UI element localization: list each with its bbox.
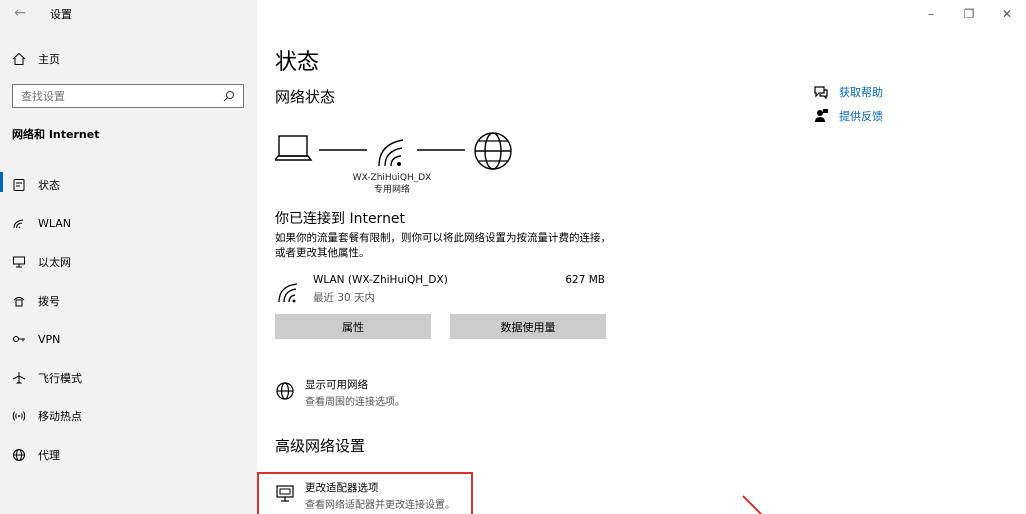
- section-title: 网络和 Internet: [12, 128, 100, 141]
- annotation-arrow-icon: [742, 495, 763, 514]
- sidebar-item-label: 代理: [38, 448, 60, 462]
- highlight-annotation: [257, 472, 473, 514]
- ssid-name: WX-ZhiHuiQH_DX: [352, 173, 432, 183]
- wifi-signal-icon: [278, 283, 298, 303]
- advanced-settings-title: 高级网络设置: [275, 437, 366, 455]
- globe-icon: [276, 382, 294, 400]
- search-input[interactable]: [21, 89, 223, 103]
- sidebar: ← 设置 主页 网络和 Internet 状态 WLAN: [0, 0, 257, 514]
- sidebar-item-ethernet[interactable]: 以太网: [0, 243, 257, 282]
- window-title: 设置: [50, 8, 72, 21]
- network-status-title: 网络状态: [275, 88, 336, 106]
- metered-description: 如果你的流量套餐有限制，则你可以将此网络设置为按流量计费的连接，或者更改其他属性…: [275, 232, 611, 259]
- network-type: 专用网络: [373, 185, 410, 195]
- search-icon[interactable]: [223, 90, 235, 102]
- connection-row: WLAN (WX-ZhiHuiQH_DX) 最近 30 天内 627 MB: [275, 272, 607, 306]
- ssid-label: WX-ZhiHuiQH_DX 专用网络: [337, 172, 447, 196]
- get-help-link[interactable]: 获取帮助: [813, 80, 883, 104]
- data-usage-button[interactable]: 数据使用量: [450, 314, 606, 339]
- connected-title: 你已连接到 Internet: [275, 211, 406, 227]
- ethernet-icon: [0, 255, 38, 269]
- feedback-icon: [813, 108, 829, 124]
- hotspot-icon: [0, 409, 38, 423]
- back-button[interactable]: ←: [10, 4, 30, 22]
- feedback-label: 提供反馈: [839, 110, 883, 123]
- properties-button[interactable]: 属性: [275, 314, 431, 339]
- help-links: 获取帮助 提供反馈: [813, 80, 883, 128]
- sidebar-item-label: 以太网: [38, 256, 71, 270]
- link-title: 显示可用网络: [305, 379, 368, 391]
- chat-help-icon: [813, 84, 829, 100]
- dialup-icon: [0, 294, 38, 308]
- link-subtitle: 查看周围的连接选项。: [305, 397, 405, 408]
- sidebar-item-status[interactable]: 状态: [0, 166, 257, 205]
- feedback-link[interactable]: 提供反馈: [813, 104, 883, 128]
- sidebar-item-airplane[interactable]: 飞行模式: [0, 359, 257, 398]
- title-bar: ← 设置: [0, 0, 257, 28]
- sidebar-item-label: VPN: [38, 332, 61, 346]
- sidebar-item-label: 主页: [38, 53, 60, 66]
- globe-icon: [0, 448, 38, 462]
- connection-period: 最近 30 天内: [313, 292, 376, 304]
- airplane-icon: [0, 371, 38, 385]
- search-box[interactable]: [12, 84, 244, 108]
- sidebar-item-label: 拨号: [38, 294, 60, 308]
- page-title: 状态: [275, 50, 320, 75]
- sidebar-item-vpn[interactable]: VPN: [0, 320, 257, 359]
- sidebar-nav: 状态 WLAN 以太网 拨号 VPN 飞行模式 移动热点 代理: [0, 166, 257, 474]
- window-controls: – ❐ ✕: [912, 0, 1026, 28]
- sidebar-item-wlan[interactable]: WLAN: [0, 205, 257, 244]
- sidebar-item-home[interactable]: 主页: [0, 46, 257, 72]
- sidebar-item-label: 移动热点: [38, 410, 82, 424]
- laptop-icon: [275, 135, 313, 161]
- sidebar-item-label: 状态: [38, 179, 60, 193]
- wifi-icon: [0, 217, 38, 231]
- close-button[interactable]: ✕: [988, 0, 1026, 28]
- connection-usage: 627 MB: [565, 274, 605, 286]
- main-content: – ❐ ✕ 状态 网络状态 WX-ZhiHuiQH_DX 专用网络 你已连接到 …: [257, 0, 1026, 514]
- connection-name: WLAN (WX-ZhiHuiQH_DX): [313, 274, 448, 286]
- restore-button[interactable]: ❐: [950, 0, 988, 28]
- show-available-networks[interactable]: 显示可用网络 查看周围的连接选项。: [275, 377, 575, 411]
- sidebar-item-proxy[interactable]: 代理: [0, 436, 257, 475]
- get-help-label: 获取帮助: [839, 86, 883, 99]
- status-icon: [0, 178, 38, 192]
- globe-icon: [474, 132, 512, 170]
- sidebar-item-label: 飞行模式: [38, 371, 82, 385]
- sidebar-item-hotspot[interactable]: 移动热点: [0, 397, 257, 436]
- minimize-button[interactable]: –: [912, 0, 950, 28]
- sidebar-item-dialup[interactable]: 拨号: [0, 282, 257, 321]
- wifi-signal-icon: [378, 139, 404, 167]
- home-icon: [0, 52, 38, 66]
- sidebar-item-label: WLAN: [38, 217, 72, 231]
- vpn-icon: [0, 332, 38, 346]
